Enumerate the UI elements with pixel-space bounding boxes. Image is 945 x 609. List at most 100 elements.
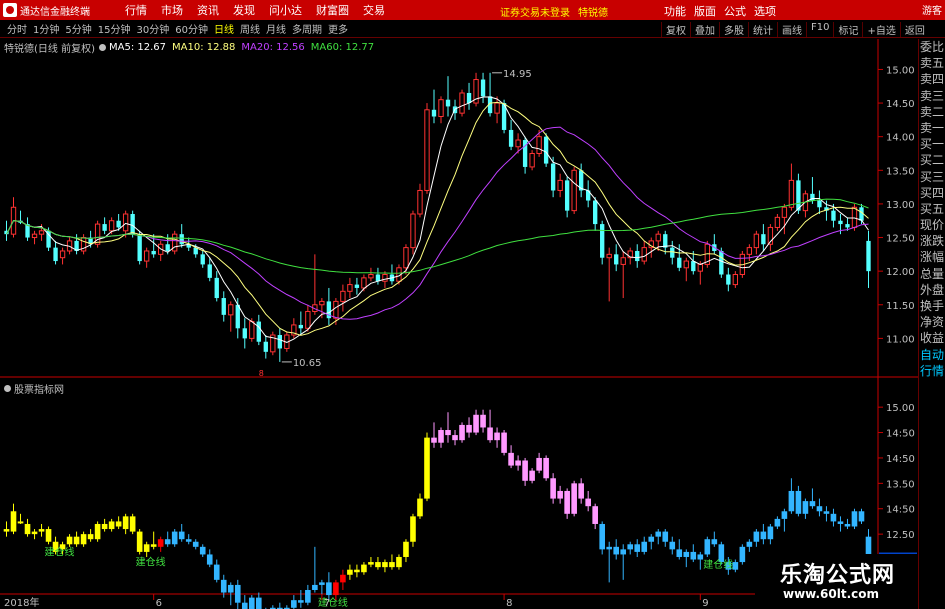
sub-bar bbox=[487, 427, 493, 441]
candle-body bbox=[683, 260, 689, 269]
sub-bar bbox=[851, 511, 858, 527]
main-y-tick-label: 11.50 bbox=[886, 301, 915, 312]
quote-field: 卖四 bbox=[919, 72, 944, 87]
candle-body bbox=[122, 213, 129, 232]
sub-bar bbox=[599, 523, 605, 550]
sub-bar bbox=[178, 531, 185, 540]
candle-body bbox=[600, 224, 605, 258]
sub-bar bbox=[389, 562, 395, 568]
sub-bar bbox=[809, 501, 816, 507]
signal-label: 建仓线 bbox=[45, 545, 75, 558]
ma5-line bbox=[6, 96, 869, 343]
x-tick-label: 9 bbox=[702, 598, 708, 609]
candle-body bbox=[726, 274, 731, 285]
sub-bar bbox=[788, 490, 795, 512]
quote-field: 涨幅 bbox=[919, 250, 944, 265]
sub-bar bbox=[774, 518, 781, 527]
candle-body bbox=[831, 210, 836, 221]
main-y-tick-label: 15.00 bbox=[886, 65, 915, 76]
sub-y-tick-label: 13.50 bbox=[886, 479, 915, 490]
sub-bar bbox=[543, 457, 549, 479]
sub-bar bbox=[234, 584, 241, 603]
sub-bar bbox=[746, 541, 753, 547]
sub-bar bbox=[73, 536, 80, 545]
sub-bar bbox=[445, 430, 451, 436]
candle-body bbox=[788, 179, 795, 208]
sub-bar bbox=[199, 546, 206, 555]
sub-bar bbox=[753, 531, 760, 542]
main-y-tick-label: 13.50 bbox=[886, 166, 915, 177]
quote-field: 涨跌 bbox=[919, 234, 944, 249]
candle-body bbox=[564, 180, 570, 211]
x-tick-label: 6 bbox=[156, 598, 162, 609]
sub-bar bbox=[185, 539, 192, 542]
sub-y-tick-label: 14:50 bbox=[886, 429, 915, 440]
sub-bar bbox=[844, 523, 851, 527]
sub-settings-icon[interactable] bbox=[4, 385, 11, 392]
candle-body bbox=[354, 284, 360, 288]
sub-bar bbox=[480, 414, 486, 428]
sub-bar bbox=[578, 483, 584, 499]
candle-body bbox=[53, 247, 58, 262]
sub-bar bbox=[206, 554, 213, 565]
quote-field: 卖一 bbox=[919, 120, 944, 135]
candle-body bbox=[677, 257, 682, 268]
sub-bar bbox=[31, 531, 38, 535]
sub-bar bbox=[305, 590, 311, 603]
sub-y-tick-label: 14:50 bbox=[886, 505, 915, 516]
sub-bar bbox=[424, 437, 430, 499]
candle-body bbox=[333, 300, 339, 319]
sub-bar bbox=[227, 584, 234, 593]
candle-body bbox=[59, 250, 66, 259]
extreme-marker-label: 14.95 bbox=[503, 69, 532, 80]
sub-bar bbox=[354, 569, 360, 573]
sub-bar bbox=[143, 544, 150, 552]
quote-field[interactable]: 行情 bbox=[919, 363, 945, 379]
candle-body bbox=[207, 264, 212, 278]
candle-body bbox=[593, 200, 598, 225]
sub-bar bbox=[10, 511, 17, 532]
candle-body bbox=[781, 206, 788, 218]
sub-bar bbox=[508, 452, 514, 466]
month-marker: 8 bbox=[259, 369, 264, 378]
sub-bar bbox=[164, 539, 171, 545]
sub-bar bbox=[620, 549, 627, 555]
quote-field: 买四 bbox=[919, 185, 944, 200]
extreme-marker-label: 10.65 bbox=[293, 358, 322, 369]
candle-body bbox=[691, 261, 696, 272]
ma20-line bbox=[6, 126, 869, 320]
candle-body bbox=[529, 152, 535, 168]
x-tick-label: 7 bbox=[324, 598, 330, 609]
sub-bar bbox=[312, 584, 318, 590]
sub-bar bbox=[248, 597, 255, 609]
sub-bar bbox=[494, 432, 500, 441]
sub-bar bbox=[627, 544, 634, 550]
sub-bar bbox=[704, 539, 711, 555]
candle-body bbox=[796, 180, 801, 211]
candle-body bbox=[319, 300, 325, 306]
candle-body bbox=[746, 247, 753, 255]
candle-body bbox=[221, 298, 226, 315]
sub-bar bbox=[396, 556, 402, 568]
quote-field: 现价 bbox=[919, 218, 944, 233]
sub-bar bbox=[795, 490, 802, 514]
sub-bar bbox=[641, 541, 648, 552]
signal-label: 建仓线 bbox=[136, 555, 166, 568]
watermark-title: 乐淘公式网 bbox=[780, 563, 896, 588]
quote-field[interactable]: 自动 bbox=[919, 347, 945, 363]
sub-bar bbox=[830, 513, 837, 522]
sub-bar bbox=[522, 460, 528, 481]
candle-body bbox=[851, 206, 858, 228]
sub-bar bbox=[213, 564, 220, 580]
candle-body bbox=[38, 230, 45, 235]
sub-bar bbox=[515, 460, 521, 466]
sub-bar bbox=[319, 582, 325, 585]
candle-body bbox=[620, 257, 626, 265]
candle-body bbox=[214, 277, 219, 299]
candle-body bbox=[424, 109, 430, 191]
sub-bar bbox=[760, 531, 767, 540]
x-tick-label: 2018年 bbox=[4, 596, 39, 609]
kline-chart[interactable]: 14.9510.658 建仓线建仓线建仓线建仓线 11.0011.5012.00… bbox=[0, 0, 945, 609]
candle-body bbox=[151, 250, 156, 255]
candle-body bbox=[670, 247, 675, 258]
